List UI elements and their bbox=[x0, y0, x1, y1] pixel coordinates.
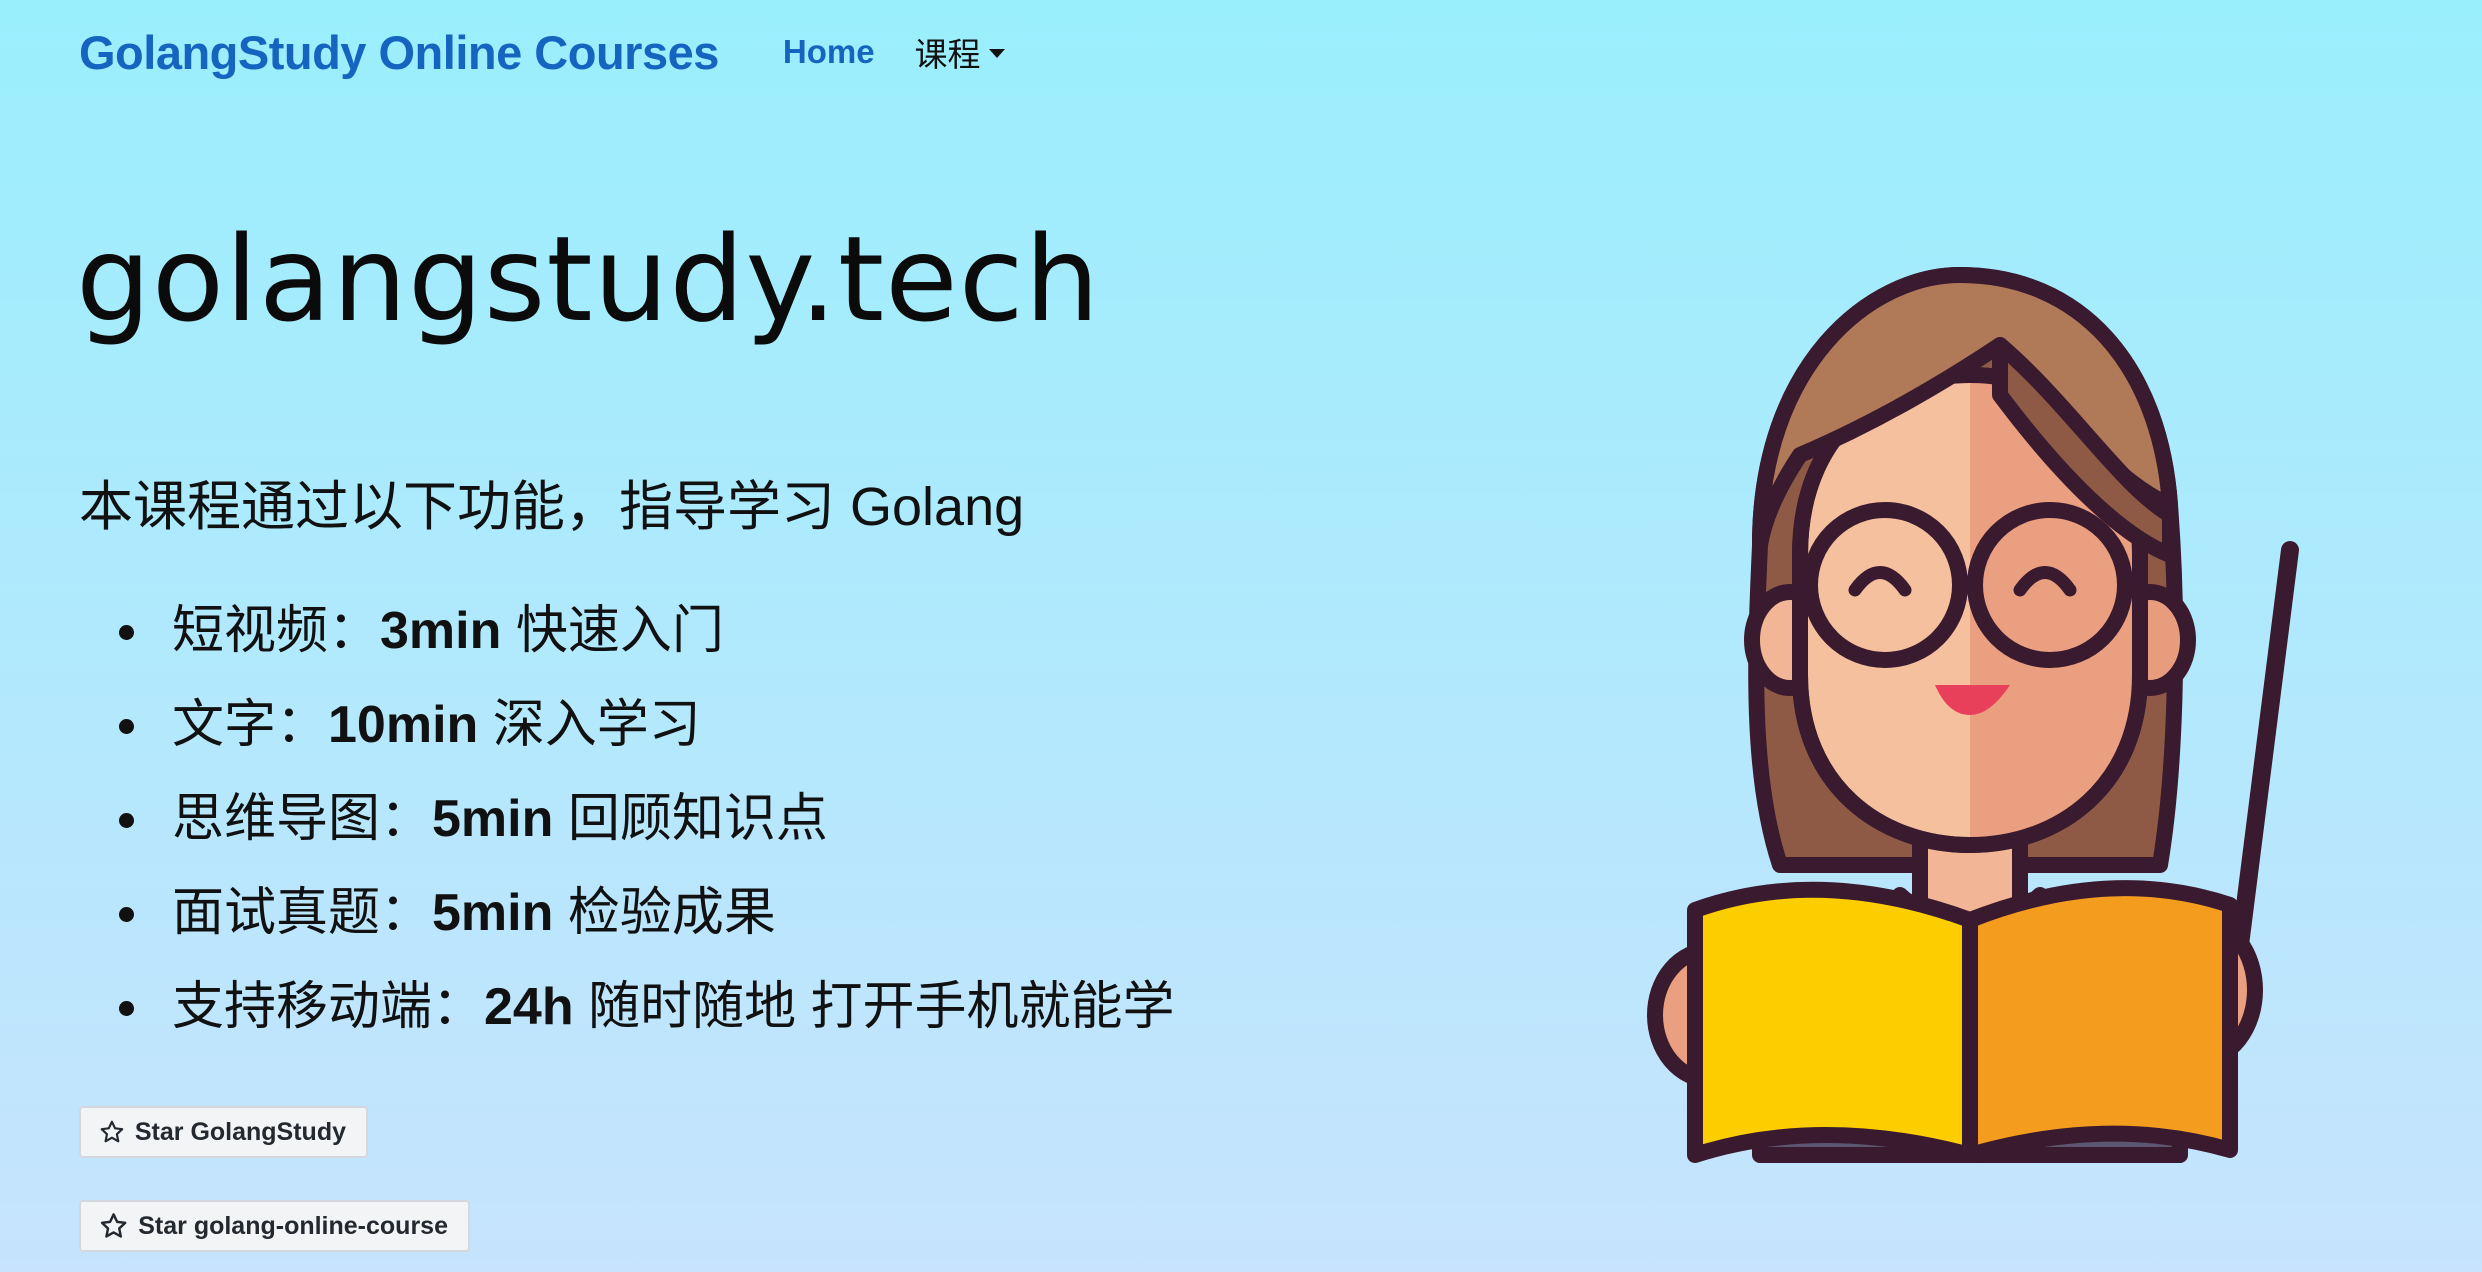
brand-link[interactable]: GolangStudy Online Courses bbox=[79, 25, 719, 80]
feature-item: 短视频： 3min 快速入门 bbox=[79, 596, 1175, 690]
feature-highlight: 3min bbox=[380, 602, 502, 660]
feature-desc: 随时随地 打开手机就能学 bbox=[573, 978, 1175, 1036]
feature-name: 短视频： bbox=[172, 602, 381, 660]
bullet-icon bbox=[119, 625, 134, 640]
star-outline-icon bbox=[100, 1120, 124, 1143]
feature-highlight: 10min bbox=[328, 696, 479, 754]
feature-name: 文字： bbox=[172, 696, 329, 754]
star-golangstudy-label: Star GolangStudy bbox=[134, 1117, 346, 1146]
caret-down-icon bbox=[988, 48, 1005, 58]
feature-item: 文字： 10min 深入学习 bbox=[79, 690, 1175, 784]
hero-lead: 本课程通过以下功能，指导学习 Golang bbox=[79, 477, 1025, 537]
bullet-icon bbox=[119, 907, 134, 922]
feature-item: 面试真题： 5min 检验成果 bbox=[79, 878, 1175, 972]
feature-highlight: 5min bbox=[432, 790, 554, 848]
feature-highlight: 5min bbox=[432, 884, 554, 942]
feature-item: 思维导图： 5min 回顾知识点 bbox=[79, 784, 1175, 878]
nav-home-link[interactable]: Home bbox=[783, 33, 875, 71]
nav-courses-dropdown[interactable]: 课程 bbox=[915, 28, 1005, 76]
bullet-icon bbox=[119, 813, 134, 828]
feature-name: 思维导图： bbox=[172, 790, 433, 848]
bullet-icon bbox=[119, 1001, 134, 1016]
hero-title: golangstudy.tech bbox=[76, 210, 1101, 348]
star-online-course-button[interactable]: Star golang-online-course bbox=[79, 1200, 470, 1252]
star-golangstudy-button[interactable]: Star GolangStudy bbox=[79, 1106, 368, 1158]
bullet-icon bbox=[119, 719, 134, 734]
nav-courses-label: 课程 bbox=[914, 36, 981, 73]
feature-desc: 回顾知识点 bbox=[553, 790, 828, 848]
feature-item: 支持移动端： 24h 随时随地 打开手机就能学 bbox=[79, 972, 1175, 1066]
feature-name: 面试真题： bbox=[172, 884, 433, 942]
feature-list: 短视频： 3min 快速入门 文字： 10min 深入学习 思维导图： 5min 回顾… bbox=[79, 596, 1175, 1066]
feature-desc: 快速入门 bbox=[501, 602, 724, 660]
feature-desc: 深入学习 bbox=[478, 696, 701, 754]
star-online-course-label: Star golang-online-course bbox=[138, 1211, 448, 1240]
feature-highlight: 24h bbox=[484, 978, 574, 1036]
star-outline-icon bbox=[100, 1213, 127, 1238]
feature-desc: 检验成果 bbox=[553, 884, 776, 942]
feature-name: 支持移动端： bbox=[172, 978, 485, 1036]
navbar: GolangStudy Online Courses Home 课程 bbox=[79, 22, 1045, 82]
teacher-illustration bbox=[1647, 267, 2299, 1163]
